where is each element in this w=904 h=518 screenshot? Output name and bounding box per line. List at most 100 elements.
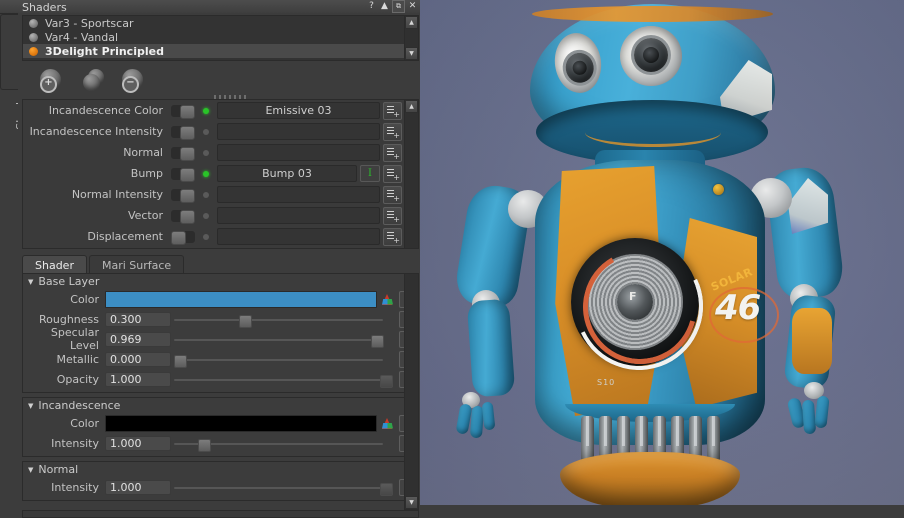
- application-window: F SOLAR 46 S10 Shaders ? ▲ ⧉ ✕ Var3 - Sp…: [0, 0, 904, 518]
- tab-shader[interactable]: Shader: [22, 255, 87, 274]
- input-value-field[interactable]: [217, 144, 380, 161]
- restore-icon[interactable]: ⧉: [392, 0, 405, 13]
- shader-list-scrollbar[interactable]: ▲ ▼: [404, 15, 419, 61]
- shader-list[interactable]: Var3 - Sportscar Var4 - Vandal 3Delight …: [22, 15, 406, 61]
- property-slider[interactable]: [174, 332, 391, 348]
- properties-scrollbar[interactable]: ▼: [404, 273, 419, 510]
- remove-shader-button[interactable]: −: [122, 69, 145, 93]
- input-row-displacement[interactable]: Displacement: [23, 226, 405, 247]
- color-swatch[interactable]: [105, 414, 377, 432]
- input-value-field[interactable]: [217, 123, 380, 140]
- node-menu-icon[interactable]: [383, 227, 402, 246]
- property-slider[interactable]: [174, 436, 391, 452]
- group-title: Normal: [38, 463, 79, 476]
- float-icon[interactable]: ▲: [379, 1, 390, 12]
- node-menu-icon[interactable]: [383, 164, 402, 183]
- input-row-incandescence-intensity[interactable]: Incandescence Intensity: [23, 121, 405, 142]
- robot-torso: F SOLAR 46 S10: [535, 160, 779, 445]
- 3d-viewport[interactable]: F SOLAR 46 S10: [420, 0, 904, 505]
- property-label: Opacity: [56, 372, 99, 386]
- property-row-incandescence-intensity[interactable]: Intensity 1.000 R: [23, 433, 416, 453]
- input-enable-toggle[interactable]: [171, 188, 195, 203]
- node-menu-icon[interactable]: [383, 143, 402, 162]
- property-row-incandescence-color[interactable]: Color R: [23, 413, 416, 433]
- add-shader-button[interactable]: +: [40, 69, 63, 93]
- robot-finger: [481, 401, 496, 431]
- property-value-input[interactable]: 1.000: [105, 479, 171, 495]
- robot-model[interactable]: F SOLAR 46 S10: [420, 0, 904, 505]
- group-header-incandescence[interactable]: ▼ Incandescence: [23, 398, 416, 413]
- slider-handle[interactable]: [380, 374, 394, 388]
- node-menu-icon[interactable]: [383, 206, 402, 225]
- inputs-scrollbar[interactable]: ▲: [404, 99, 419, 249]
- panel-titlebar[interactable]: Shaders ? ▲ ⧉ ✕: [0, 0, 420, 14]
- robot-forearm-left: [466, 298, 516, 398]
- input-row-vector[interactable]: Vector: [23, 205, 405, 226]
- property-row-opacity[interactable]: Opacity 1.000 R: [23, 369, 416, 389]
- property-value-input[interactable]: 0.000: [105, 351, 171, 367]
- property-slider[interactable]: [174, 372, 394, 388]
- node-menu-icon[interactable]: [383, 122, 402, 141]
- slider-handle[interactable]: [197, 438, 211, 452]
- scroll-down-icon[interactable]: ▼: [405, 47, 418, 60]
- color-swatch[interactable]: [105, 290, 377, 308]
- shader-list-item-label: Var3 - Sportscar: [45, 16, 134, 30]
- input-enable-toggle[interactable]: [171, 230, 195, 245]
- property-value-input[interactable]: 1.000: [105, 371, 171, 387]
- slider-handle[interactable]: [174, 354, 187, 368]
- robot-finger: [801, 399, 817, 435]
- property-row-metallic[interactable]: Metallic 0.000 R: [23, 349, 416, 369]
- shader-list-item[interactable]: Var3 - Sportscar: [23, 16, 405, 30]
- shader-list-item[interactable]: Var4 - Vandal: [23, 30, 405, 44]
- input-value-field[interactable]: [217, 186, 380, 203]
- slider-handle[interactable]: [380, 482, 394, 496]
- input-enable-toggle[interactable]: [171, 167, 195, 182]
- group-header-base-layer[interactable]: ▼ Base Layer: [23, 274, 416, 289]
- shader-list-item-selected[interactable]: 3Delight Principled: [23, 44, 405, 58]
- input-enable-toggle[interactable]: [171, 104, 195, 119]
- property-value-input[interactable]: 0.300: [105, 311, 171, 327]
- input-value-field[interactable]: [217, 228, 380, 245]
- input-row-bump[interactable]: Bump Bump 03 I: [23, 163, 405, 184]
- input-value-field[interactable]: Emissive 03: [217, 102, 380, 119]
- slider-handle[interactable]: [239, 314, 253, 328]
- robot-lens-left: [563, 51, 596, 85]
- property-label: Color: [70, 416, 99, 430]
- node-menu-icon[interactable]: [383, 101, 402, 120]
- group-header-normal[interactable]: ▼ Normal: [23, 462, 416, 477]
- property-value-input[interactable]: 0.969: [105, 331, 171, 347]
- input-value-field[interactable]: Bump 03: [217, 165, 357, 182]
- property-row-color[interactable]: Color R: [23, 289, 416, 309]
- property-slider[interactable]: [174, 480, 394, 496]
- property-row-specular-level[interactable]: Specular Level 0.969 R: [23, 326, 416, 352]
- scroll-down-icon[interactable]: ▼: [405, 496, 418, 509]
- input-row-incandescence-color[interactable]: Incandescence Color Emissive 03: [23, 100, 405, 121]
- slider-handle[interactable]: [371, 334, 385, 348]
- help-icon[interactable]: ?: [366, 1, 377, 12]
- input-row-normal[interactable]: Normal: [23, 142, 405, 163]
- input-enable-toggle[interactable]: [171, 125, 195, 140]
- property-row-normal-intensity[interactable]: Intensity 1.000 R: [23, 477, 416, 497]
- tab-mari-surface[interactable]: Mari Surface: [88, 255, 185, 274]
- color-picker-icon[interactable]: [381, 293, 394, 306]
- input-enable-toggle[interactable]: [171, 146, 195, 161]
- duplicate-shader-button[interactable]: [81, 69, 104, 92]
- close-icon[interactable]: ✕: [407, 1, 418, 12]
- property-slider[interactable]: [174, 312, 391, 328]
- scroll-up-icon[interactable]: ▲: [405, 16, 418, 29]
- slider-track: [174, 378, 383, 381]
- input-row-normal-intensity[interactable]: Normal Intensity: [23, 184, 405, 205]
- property-value-input[interactable]: 1.000: [105, 435, 171, 451]
- scroll-up-icon[interactable]: ▲: [405, 100, 418, 113]
- input-enable-toggle[interactable]: [171, 209, 195, 224]
- input-value-field[interactable]: [217, 207, 380, 224]
- titlebar-buttons: ? ▲ ⧉ ✕: [366, 0, 418, 13]
- property-label: Metallic: [56, 352, 99, 366]
- property-slider[interactable]: [174, 352, 391, 368]
- node-menu-icon[interactable]: [383, 185, 402, 204]
- color-picker-icon[interactable]: [381, 417, 394, 430]
- shader-sphere-icon: [29, 32, 38, 42]
- minus-icon: −: [122, 76, 139, 93]
- sidebar-tab-shaders[interactable]: Shaders: [0, 14, 27, 130]
- text-cursor-icon[interactable]: I: [360, 165, 380, 182]
